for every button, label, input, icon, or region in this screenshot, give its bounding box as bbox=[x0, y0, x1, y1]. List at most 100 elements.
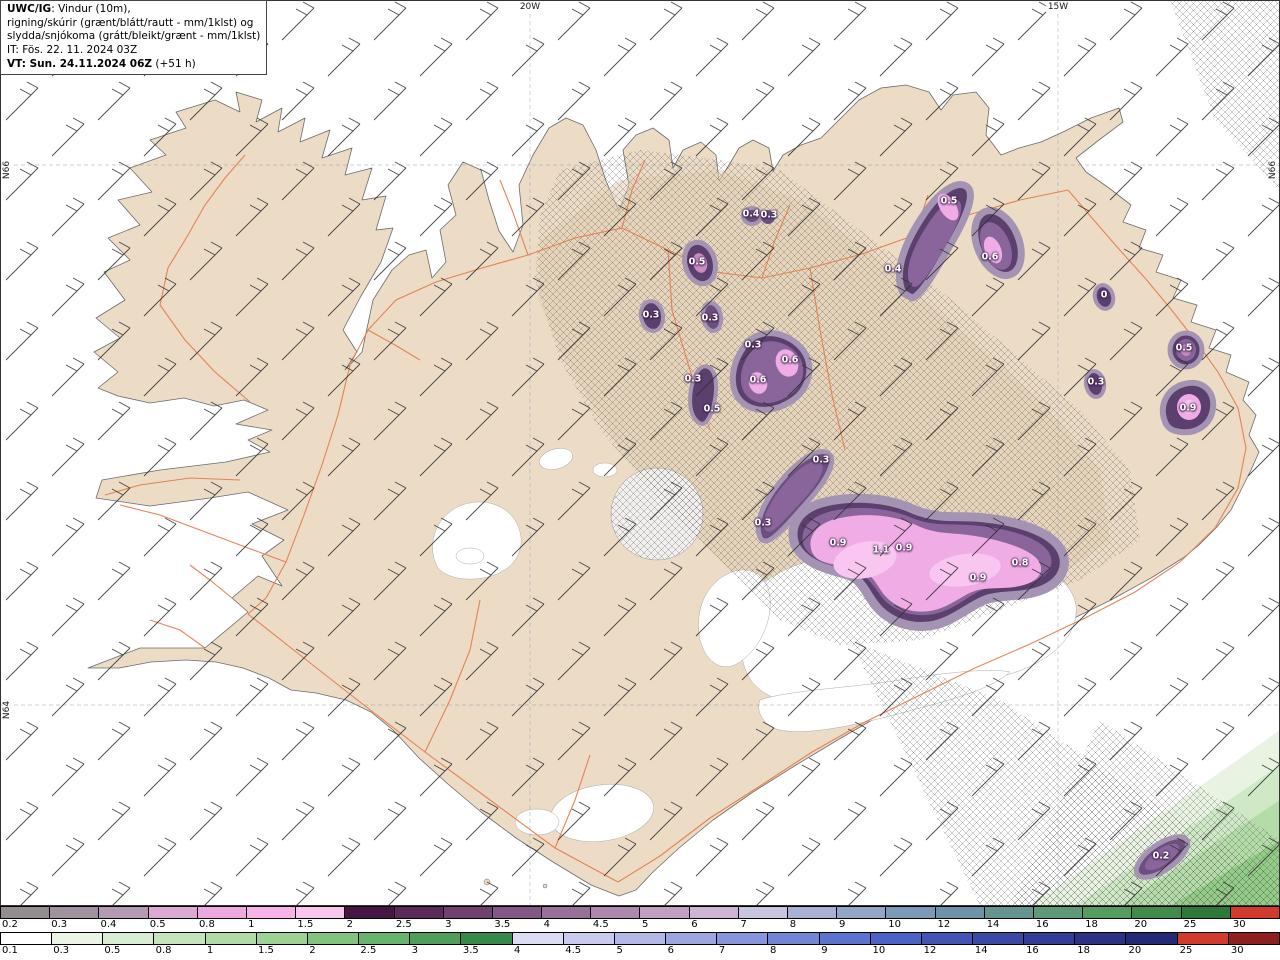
colorbar-sleet-snow-label: 25 bbox=[1183, 919, 1197, 930]
colorbar-rain-label: 10 bbox=[872, 945, 886, 956]
colorbar-sleet-snow-labels: 0.2 0.3 0.4 0.5 0.8 1 1.5 2 2.5 3 3.5 4 4.5 5 6 7 8 9 10 12… bbox=[0, 919, 1280, 932]
colorbar-rain-segment bbox=[103, 933, 155, 944]
colorbar-sleet-snow-segment bbox=[984, 907, 1034, 918]
colorbar-rain-label: 3 bbox=[411, 945, 418, 956]
colorbar-sleet-snow-segment bbox=[443, 907, 493, 918]
weather-map-svg bbox=[0, 0, 1280, 906]
colorbar-rain-label: 3.5 bbox=[462, 945, 479, 956]
colorbar-rain-label: 2 bbox=[309, 945, 316, 956]
colorbar-rain-segment bbox=[359, 933, 411, 944]
colorbar-sleet-snow-segment bbox=[591, 907, 641, 918]
colorbar-rain-segment bbox=[666, 933, 718, 944]
colorbar-rain-segment bbox=[1126, 933, 1178, 944]
colorbar-rain-segment bbox=[819, 933, 871, 944]
colorbar-rain-label: 4.5 bbox=[565, 945, 582, 956]
colorbar-sleet-snow-label: 16 bbox=[1035, 919, 1049, 930]
colorbar-sleet-snow-label: 0.8 bbox=[198, 919, 215, 930]
colorbar-sleet-snow-segment bbox=[492, 907, 543, 918]
colorbar-rain-label: 16 bbox=[1026, 945, 1039, 956]
colorbar-sleet-snow-segment bbox=[197, 907, 247, 918]
colorbar-sleet-snow-label: 8 bbox=[789, 919, 797, 930]
colorbar-sleet-snow-label: 5 bbox=[642, 919, 649, 930]
colorbar-sleet-snow-label: 10 bbox=[888, 919, 901, 930]
colorbar-rain-label: 9 bbox=[821, 945, 828, 956]
legend-line-3: slydda/snjókoma (grátt/bleikt/grænt - mm… bbox=[7, 30, 261, 43]
colorbar-sleet-snow-segment bbox=[689, 907, 739, 918]
colorbar-sleet-snow-segment bbox=[640, 907, 690, 918]
colorbar-rain-segment bbox=[768, 933, 820, 944]
colorbar-sleet-snow-label: 2 bbox=[346, 919, 354, 930]
colorbar-sleet-snow-label: 3 bbox=[445, 919, 452, 930]
colorbar-sleet-snow-segment bbox=[1083, 907, 1133, 918]
colorbar-rain-label: 5 bbox=[616, 945, 623, 956]
colorbar-rain-label: 14 bbox=[974, 945, 988, 956]
colorbar-sleet-snow-label: 1 bbox=[248, 919, 255, 930]
colorbar-rain-segment bbox=[307, 933, 360, 944]
colorbar-sleet-snow-label: 3.5 bbox=[494, 919, 511, 930]
valid-time-bold: VT: Sun. 24.11.2024 06Z bbox=[7, 57, 153, 70]
legend-box: UWC/IG: Vindur (10m), rigning/skúrir (gr… bbox=[0, 0, 268, 76]
colorbar-rain-segment bbox=[717, 933, 769, 944]
colorbar-sleet-snow-label: 20 bbox=[1134, 919, 1148, 930]
colorbar-rain-segment bbox=[410, 933, 462, 944]
colorbar-rain-band bbox=[0, 932, 1280, 945]
colorbar-sleet-snow-label: 9 bbox=[838, 919, 846, 930]
colorbar-area: 0.2 0.3 0.4 0.5 0.8 1 1.5 2 2.5 3 3.5 4 4.5 5 6 7 8 9 10 12… bbox=[0, 906, 1280, 960]
legend-line-1-rest: : Vindur (10m), bbox=[51, 3, 131, 15]
colorbar-rain-label: 20 bbox=[1128, 945, 1142, 956]
colorbar-sleet-snow-segment bbox=[542, 907, 592, 918]
wind-barbs-layer bbox=[0, 0, 1280, 906]
colorbar-rain-label: 6 bbox=[667, 945, 675, 956]
colorbar-sleet-snow-label: 14 bbox=[986, 919, 1000, 930]
colorbar-sleet-snow-segment bbox=[1, 907, 51, 918]
colorbar-rain-label: 0.8 bbox=[155, 945, 172, 956]
colorbar-rain-segment bbox=[870, 933, 922, 944]
legend-line-2: rigning/skúrir (grænt/blátt/rautt - mm/1… bbox=[7, 16, 254, 29]
colorbar-rain-label: 1 bbox=[206, 945, 214, 956]
colorbar-sleet-snow-label: 6 bbox=[691, 919, 698, 930]
colorbar-rain-label: 30 bbox=[1230, 945, 1244, 956]
colorbar-rain-segment bbox=[921, 933, 973, 944]
colorbar-sleet-snow-segment bbox=[345, 907, 395, 918]
colorbar-sleet-snow-segment bbox=[935, 907, 985, 918]
colorbar-rain-label: 8 bbox=[770, 945, 777, 956]
colorbar-rain-segment bbox=[563, 933, 615, 944]
colorbar-sleet-snow-segment bbox=[246, 907, 297, 918]
colorbar-sleet-snow-segment bbox=[837, 907, 887, 918]
colorbar-rain-segment bbox=[972, 933, 1025, 944]
colorbar-rain-segment bbox=[614, 933, 667, 944]
colorbar-rain-segment bbox=[1177, 933, 1229, 944]
iceland-weather-map: 0.4 0.3 0.5 0.5 0.6 0.4 0.3 0.3 0 0.3 0.5 0.6 0.3 0.3… bbox=[0, 0, 1280, 906]
colorbar-rain-label: 0.1 bbox=[2, 945, 18, 956]
colorbar-sleet-snow-label: 0.2 bbox=[2, 919, 18, 930]
colorbar-rain-segment bbox=[512, 933, 564, 944]
colorbar-rain-segment bbox=[205, 933, 257, 944]
model-name: UWC/IG bbox=[7, 3, 52, 15]
colorbar-sleet-snow-segment bbox=[788, 907, 838, 918]
colorbar-rain-label: 0.5 bbox=[104, 945, 121, 956]
colorbar-sleet-snow-segment bbox=[296, 907, 346, 918]
colorbar-rain-label: 7 bbox=[718, 945, 726, 956]
colorbar-sleet-snow-segment bbox=[738, 907, 788, 918]
colorbar-sleet-snow-segment bbox=[99, 907, 149, 918]
colorbar-sleet-snow-segment bbox=[50, 907, 100, 918]
weather-chart-app: 0.4 0.3 0.5 0.5 0.6 0.4 0.3 0.3 0 0.3 0.5 0.6 0.3 0.3… bbox=[0, 0, 1280, 960]
colorbar-rain-label: 1.5 bbox=[258, 945, 274, 956]
colorbar-rain-labels: 0.1 0.3 0.5 0.8 1 1.5 2 2.5 3 3.5 4 4.5 5 6 7 8 9 10 12 14 1… bbox=[0, 945, 1280, 958]
colorbar-sleet-snow-segment bbox=[1181, 907, 1231, 918]
colorbar-sleet-snow-label: 30 bbox=[1232, 919, 1246, 930]
colorbar-sleet-snow-label: 0.3 bbox=[51, 919, 68, 930]
colorbar-rain-segment bbox=[1, 933, 53, 944]
colorbar-rain-segment bbox=[1228, 933, 1279, 944]
colorbar-sleet-snow-label: 18 bbox=[1085, 919, 1098, 930]
colorbar-sleet-snow-label: 4 bbox=[543, 919, 550, 930]
colorbar-rain-label: 25 bbox=[1179, 945, 1193, 956]
colorbar-sleet-snow-label: 0.5 bbox=[149, 919, 166, 930]
colorbar-sleet-snow-segment bbox=[1230, 907, 1279, 918]
colorbar-sleet-snow-label: 2.5 bbox=[395, 919, 412, 930]
legend-valid-time: VT: Sun. 24.11.2024 06Z (+51 h) bbox=[7, 58, 260, 72]
valid-time-offset: (+51 h) bbox=[152, 57, 196, 70]
colorbar-sleet-snow-band bbox=[0, 906, 1280, 919]
colorbar-sleet-snow-segment bbox=[1033, 907, 1084, 918]
colorbar-sleet-snow-label: 1.5 bbox=[297, 919, 314, 930]
